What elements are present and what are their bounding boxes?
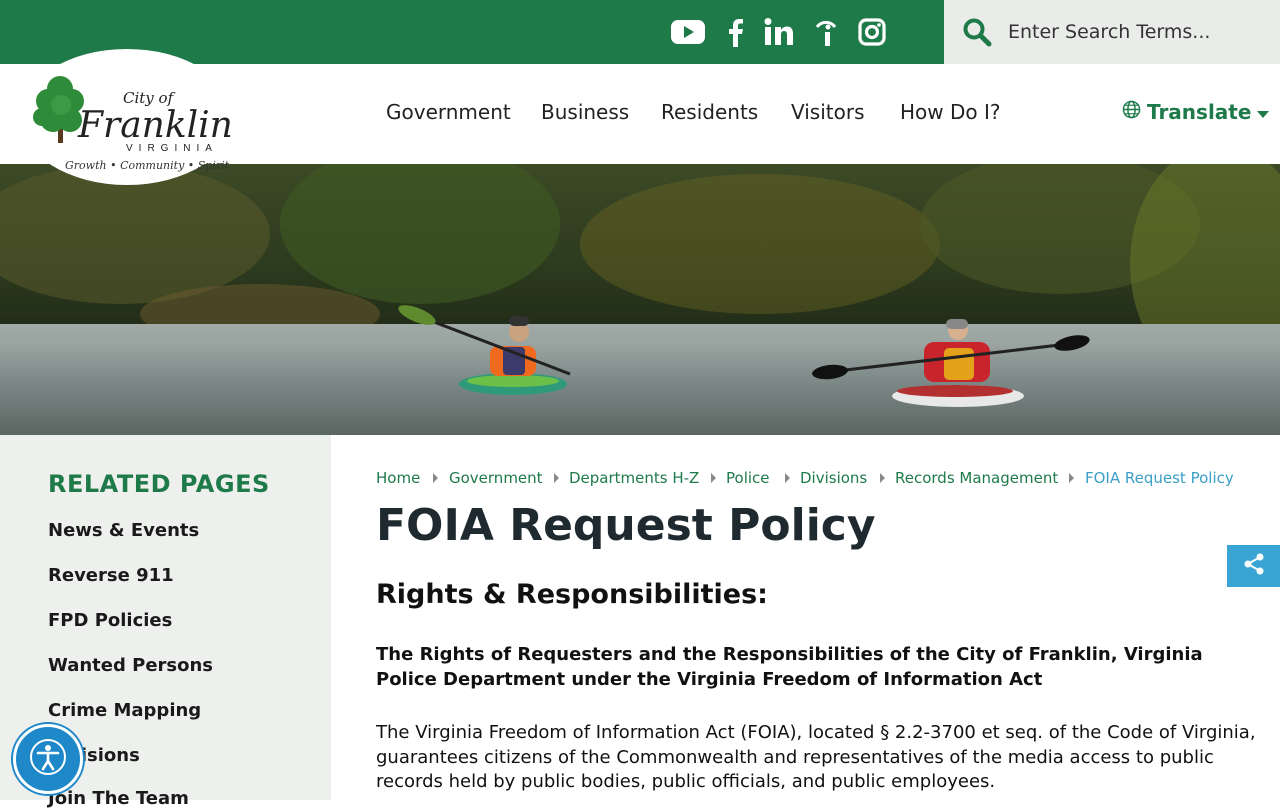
breadcrumb-divisions[interactable]: Divisions xyxy=(800,469,867,487)
translate-label: Translate xyxy=(1147,100,1252,124)
linkedin-icon[interactable] xyxy=(763,14,795,50)
sidebar-item-wanted-persons[interactable]: Wanted Persons xyxy=(48,655,213,676)
nav-government[interactable]: Government xyxy=(386,100,511,124)
sidebar-item-crime-mapping[interactable]: Crime Mapping xyxy=(48,700,201,721)
section-heading: Rights & Responsibilities: xyxy=(376,579,768,610)
accessibility-button[interactable] xyxy=(13,724,83,794)
search-input[interactable] xyxy=(1002,14,1276,50)
share-button[interactable] xyxy=(1227,545,1280,587)
nav-residents[interactable]: Residents xyxy=(661,100,758,124)
related-pages-heading: RELATED PAGES xyxy=(48,470,270,498)
breadcrumb-separator-icon xyxy=(711,473,716,483)
accessibility-icon xyxy=(28,737,68,781)
breadcrumb-separator-icon xyxy=(785,473,790,483)
search-icon[interactable] xyxy=(962,17,992,47)
breadcrumb-home[interactable]: Home xyxy=(376,469,420,487)
info-icon[interactable] xyxy=(812,14,840,50)
logo-franklin: Franklin xyxy=(77,105,233,146)
nav-business[interactable]: Business xyxy=(541,100,629,124)
breadcrumb-separator-icon xyxy=(554,473,559,483)
facebook-icon[interactable] xyxy=(724,14,746,50)
breadcrumb-police[interactable]: Police xyxy=(726,469,770,487)
globe-icon xyxy=(1122,100,1141,124)
sidebar-item-fpd-policies[interactable]: FPD Policies xyxy=(48,610,172,631)
sidebar-item-news-events[interactable]: News & Events xyxy=(48,520,199,541)
city-logo[interactable]: City of Franklin VIRGINIA Growth • Commu… xyxy=(20,49,234,185)
share-icon xyxy=(1242,552,1266,580)
youtube-icon[interactable] xyxy=(671,14,705,50)
breadcrumb-departments[interactable]: Departments H-Z xyxy=(569,469,699,487)
breadcrumb-current: FOIA Request Policy xyxy=(1085,469,1234,487)
breadcrumb-records-management[interactable]: Records Management xyxy=(895,469,1058,487)
sidebar-item-join-the-team[interactable]: Join The Team xyxy=(48,788,189,809)
instagram-icon[interactable] xyxy=(857,14,887,50)
breadcrumb-separator-icon xyxy=(880,473,885,483)
nav-visitors[interactable]: Visitors xyxy=(791,100,865,124)
body-paragraph: The Virginia Freedom of Information Act … xyxy=(376,722,1256,792)
translate-button[interactable]: Translate xyxy=(1122,100,1270,124)
nav-how-do-i[interactable]: How Do I? xyxy=(900,100,1001,124)
caret-down-icon xyxy=(1257,100,1270,124)
sidebar-item-reverse-911[interactable]: Reverse 911 xyxy=(48,565,174,586)
page-title: FOIA Request Policy xyxy=(376,500,876,551)
hero-image xyxy=(0,164,1280,435)
breadcrumb-separator-icon xyxy=(433,473,438,483)
logo-tagline: Growth • Community • Spirit xyxy=(65,159,230,172)
breadcrumb-separator-icon xyxy=(1069,473,1074,483)
breadcrumb-government[interactable]: Government xyxy=(449,469,543,487)
logo-virginia: VIRGINIA xyxy=(126,143,218,154)
lead-paragraph: The Rights of Requesters and the Respons… xyxy=(376,644,1203,690)
